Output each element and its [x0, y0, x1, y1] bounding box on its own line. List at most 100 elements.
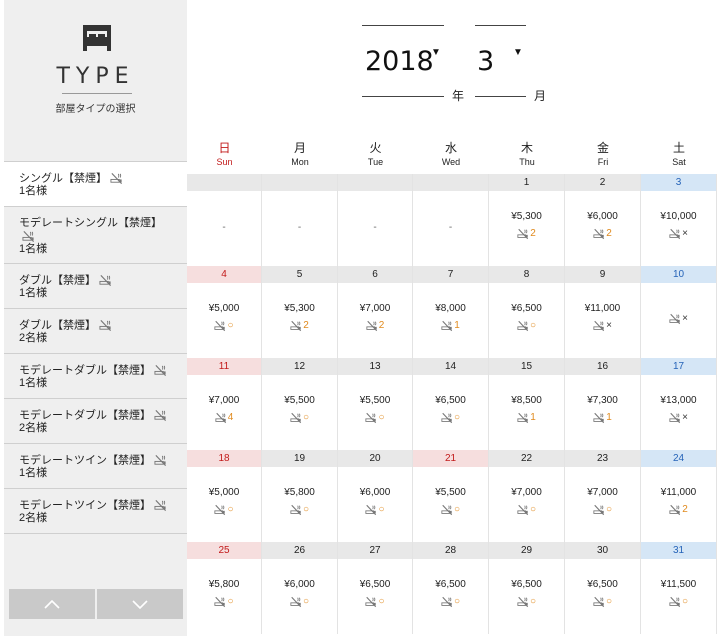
calendar-day[interactable]: 29 ¥6,500 ○ — [489, 542, 565, 634]
calendar-day[interactable]: 28 ¥6,500 ○ — [413, 542, 489, 634]
calendar-day[interactable]: 8 ¥6,500 ○ — [489, 266, 565, 358]
availability-mark: ○ — [302, 596, 310, 607]
day-body: ¥11,000 × — [565, 283, 640, 358]
room-capacity: 1名様 — [19, 467, 48, 480]
day-number: 29 — [489, 542, 564, 559]
availability-mark: ○ — [681, 596, 689, 607]
room-name: モデレートダブル【禁煙】 — [19, 409, 151, 422]
month-top-rule — [475, 25, 526, 26]
room-name: モデレートツイン【禁煙】 — [19, 499, 151, 512]
weekday-jp: 月 — [293, 141, 306, 155]
calendar-day: - — [187, 174, 262, 266]
calendar-day[interactable]: 1 ¥5,300 2 — [489, 174, 565, 266]
room-item[interactable]: ダブル【禁煙】 2名様 — [4, 308, 187, 353]
day-body: ¥6,000 ○ — [262, 559, 337, 634]
calendar-day[interactable]: 7 ¥8,000 1 — [413, 266, 489, 358]
room-item[interactable]: モデレートダブル【禁煙】 1名様 — [4, 353, 187, 398]
availability: ○ — [413, 412, 488, 425]
no-smoking-icon — [441, 596, 453, 608]
calendar-day[interactable]: 20 ¥6,000 ○ — [338, 450, 413, 542]
day-price: ¥5,000 — [208, 303, 240, 314]
calendar-day[interactable]: 10 × — [641, 266, 717, 358]
day-body: ¥5,500 ○ — [413, 467, 488, 542]
calendar-day[interactable]: 25 ¥5,800 ○ — [187, 542, 262, 634]
no-plan-dash: - — [297, 222, 302, 233]
room-item[interactable]: モデレートツイン【禁煙】 1名様 — [4, 443, 187, 488]
day-price: ¥8,000 — [435, 303, 466, 314]
calendar-day[interactable]: 21 ¥5,500 ○ — [413, 450, 489, 542]
month-dropdown-icon[interactable]: ▼ — [513, 47, 523, 58]
room-item[interactable]: モデレートシングル【禁煙】 1名様 — [4, 206, 187, 263]
no-smoking-icon — [593, 412, 605, 424]
availability: 2 — [565, 228, 640, 241]
calendar-day[interactable]: 26 ¥6,000 ○ — [262, 542, 338, 634]
no-smoking-icon — [154, 409, 167, 422]
calendar-day[interactable]: 19 ¥5,800 ○ — [262, 450, 338, 542]
room-item[interactable]: モデレートダブル【禁煙】 2名様 — [4, 398, 187, 443]
room-capacity: 2名様 — [19, 422, 48, 435]
day-number: 6 — [338, 266, 412, 283]
calendar-day[interactable]: 12 ¥5,500 ○ — [262, 358, 338, 450]
availability: ○ — [338, 412, 412, 425]
weekday-en: Mon — [291, 157, 309, 167]
no-smoking-icon — [441, 320, 453, 332]
room-item[interactable]: ダブル【禁煙】 1名様 — [4, 263, 187, 308]
weekday-header: 日 Sun 月 Mon 火 Tue 水 Wed 木 Thu 金 Fri 土 Sat — [187, 138, 717, 174]
calendar-day[interactable]: 16 ¥7,300 1 — [565, 358, 641, 450]
calendar-week: 4 ¥5,000 ○ 5 ¥5,300 2 6 ¥7,000 2 7 ¥8,000 1 8 ¥6,500 ○… — [187, 266, 717, 358]
room-capacity: 1名様 — [19, 377, 48, 390]
calendar-day[interactable]: 6 ¥7,000 2 — [338, 266, 413, 358]
calendar-day[interactable]: 9 ¥11,000 × — [565, 266, 641, 358]
room-item[interactable]: モデレートツイン【禁煙】 2名様 — [4, 488, 187, 533]
no-smoking-icon — [517, 504, 529, 516]
calendar-day[interactable]: 24 ¥11,000 2 — [641, 450, 717, 542]
type-title: TYPE — [56, 64, 135, 89]
calendar-day[interactable]: 15 ¥8,500 1 — [489, 358, 565, 450]
calendar-day[interactable]: 3 ¥10,000 × — [641, 174, 717, 266]
availability-mark: ○ — [378, 596, 385, 607]
calendar-day[interactable]: 27 ¥6,500 ○ — [338, 542, 413, 634]
room-type-sidebar: TYPE 部屋タイプの選択 シングル【禁煙】 1名様 モデレートシングル【禁煙】 1名… — [4, 0, 187, 636]
availability: ○ — [262, 596, 337, 609]
scroll-up-button[interactable] — [9, 589, 95, 619]
scroll-down-button[interactable] — [97, 589, 183, 619]
day-price: ¥11,000 — [660, 487, 697, 498]
day-number: 4 — [187, 266, 261, 283]
day-number — [413, 174, 488, 191]
room-name: モデレートシングル【禁煙】 — [19, 217, 162, 229]
availability-mark: × — [682, 313, 688, 324]
room-list-end — [4, 533, 187, 534]
calendar-day[interactable]: 23 ¥7,000 ○ — [565, 450, 641, 542]
month-select[interactable]: 3 — [477, 46, 494, 77]
day-price: ¥7,000 — [511, 487, 542, 498]
availability: 1 — [413, 320, 488, 333]
year-select[interactable]: 2018 — [365, 46, 434, 77]
day-body: ¥6,500 ○ — [565, 559, 640, 634]
day-body: ¥6,500 ○ — [413, 559, 488, 634]
calendar-day[interactable]: 13 ¥5,500 ○ — [338, 358, 413, 450]
calendar-day[interactable]: 22 ¥7,000 ○ — [489, 450, 565, 542]
calendar-day[interactable]: 18 ¥5,000 ○ — [187, 450, 262, 542]
availability: ○ — [641, 596, 716, 609]
day-number: 7 — [413, 266, 488, 283]
day-number: 9 — [565, 266, 640, 283]
calendar-day[interactable]: 17 ¥13,000 × — [641, 358, 717, 450]
no-smoking-icon — [517, 412, 529, 424]
availability: 4 — [187, 412, 261, 425]
day-number: 14 — [413, 358, 488, 375]
calendar-day[interactable]: 5 ¥5,300 2 — [262, 266, 338, 358]
year-dropdown-icon[interactable]: ▼ — [431, 47, 441, 58]
no-plan-dash: - — [373, 222, 377, 233]
day-body: ¥10,000 × — [641, 191, 716, 266]
calendar-day[interactable]: 31 ¥11,500 ○ — [641, 542, 717, 634]
calendar-day[interactable]: 30 ¥6,500 ○ — [565, 542, 641, 634]
calendar-day[interactable]: 2 ¥6,000 2 — [565, 174, 641, 266]
no-smoking-icon — [154, 454, 167, 467]
calendar-day[interactable]: 14 ¥6,500 ○ — [413, 358, 489, 450]
availability-mark: 1 — [606, 412, 612, 423]
availability: ○ — [489, 504, 564, 517]
availability-mark: ○ — [227, 504, 234, 515]
room-item[interactable]: シングル【禁煙】 1名様 — [4, 161, 187, 206]
calendar-day[interactable]: 4 ¥5,000 ○ — [187, 266, 262, 358]
calendar-day[interactable]: 11 ¥7,000 4 — [187, 358, 262, 450]
